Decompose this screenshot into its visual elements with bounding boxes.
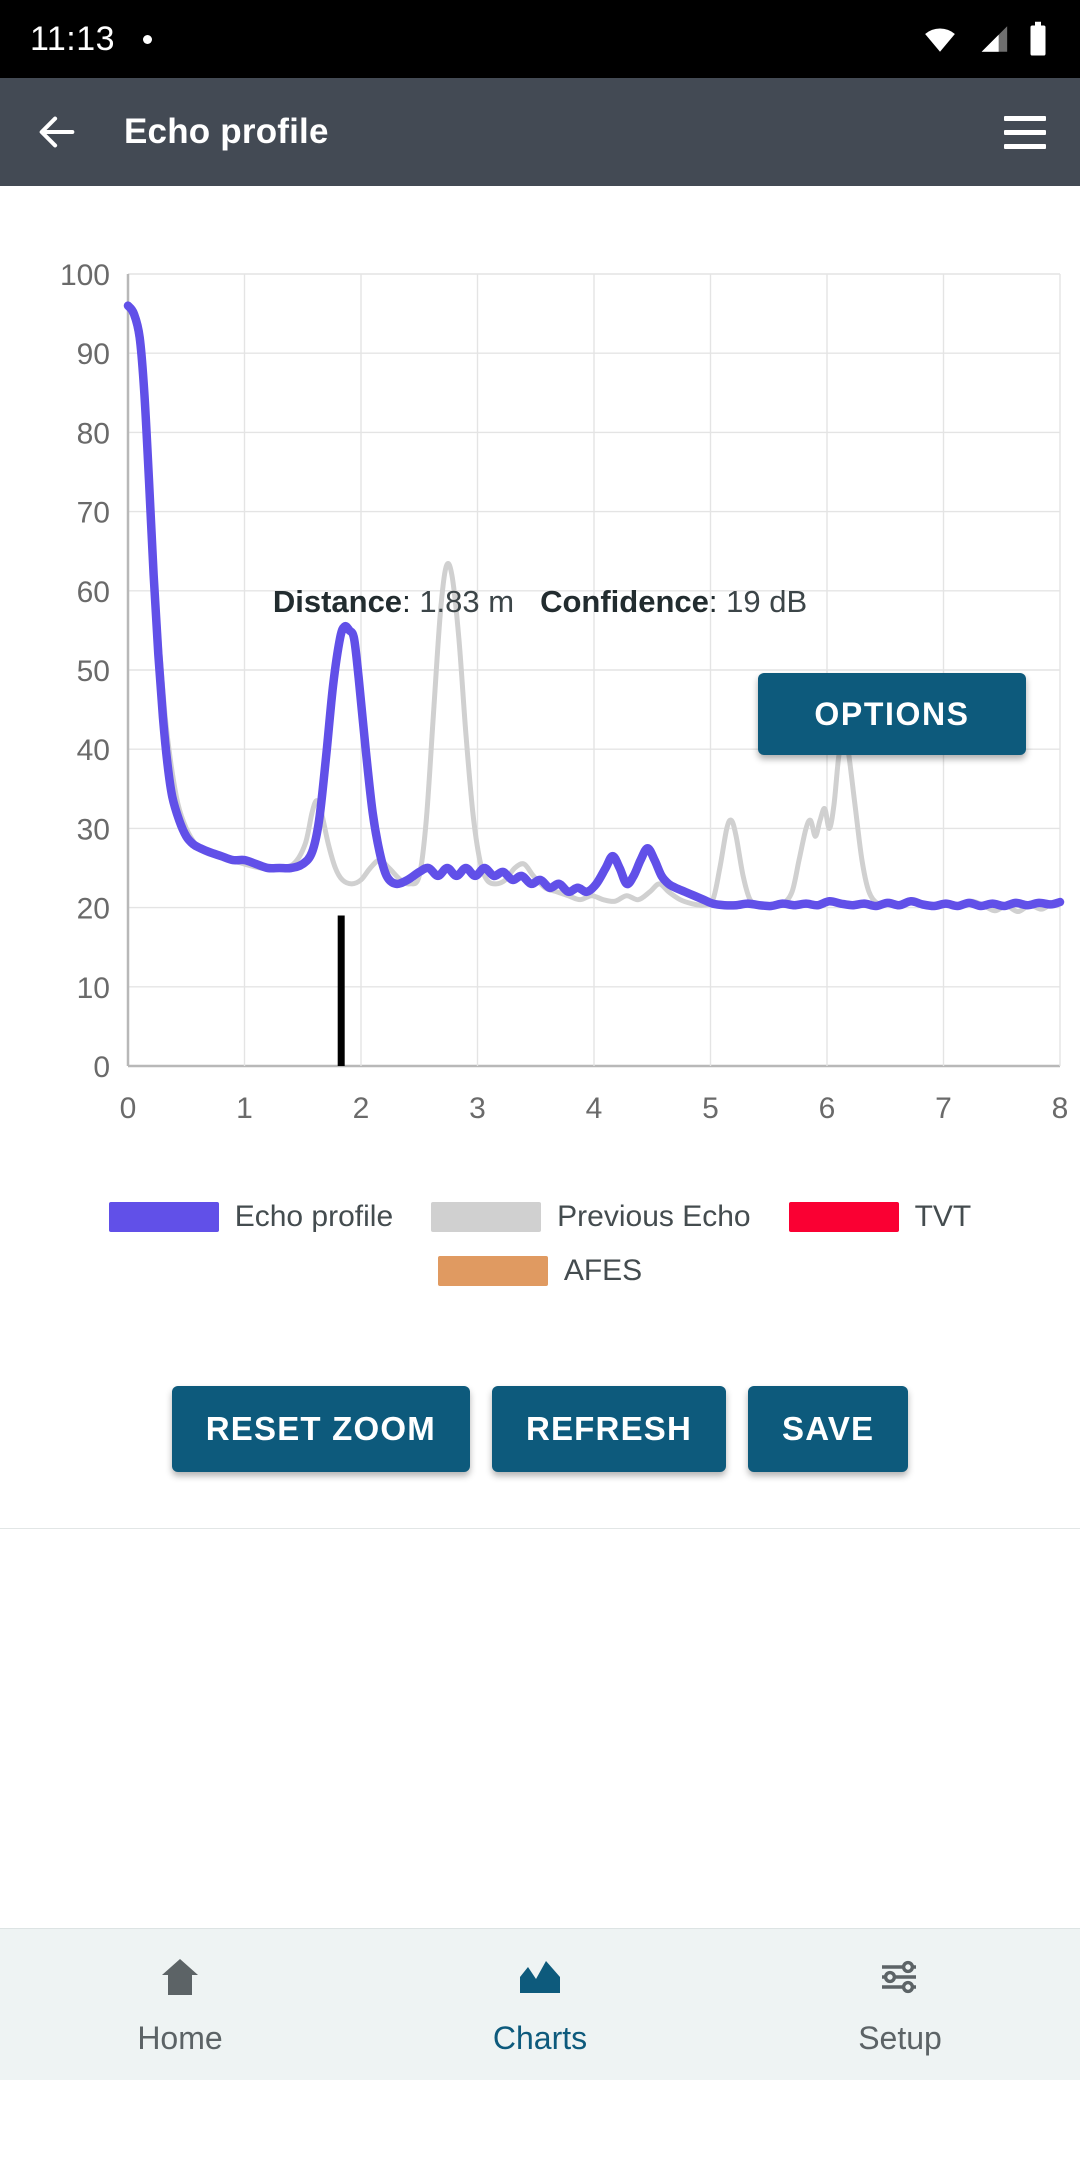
nav-label: Charts	[492, 2019, 588, 2056]
legend-row: AFES	[0, 1244, 1080, 1298]
status-bar-icons	[920, 21, 1050, 57]
confidence-value: 19 dB	[726, 584, 808, 619]
legend-label: Previous Echo	[557, 1200, 751, 1233]
chart-legend: Echo profile Previous Echo TVT AFES	[0, 1190, 1080, 1298]
battery-icon	[1030, 21, 1046, 56]
x-axis-tick-label: 8	[1052, 1092, 1069, 1125]
legend-item-previous-echo[interactable]: Previous Echo	[431, 1200, 788, 1234]
refresh-button[interactable]: REFRESH	[491, 1386, 727, 1472]
legend-swatch-icon	[431, 1202, 542, 1232]
legend-item-echo-profile[interactable]: Echo profile	[108, 1200, 431, 1234]
hamburger-menu-icon[interactable]	[1004, 115, 1046, 149]
legend-label: Echo profile	[234, 1200, 394, 1233]
y-axis-tick-label: 100	[60, 259, 110, 292]
x-axis-tick-label: 5	[702, 1092, 719, 1125]
content-divider	[0, 1528, 1080, 1529]
confidence-label: Confidence	[540, 584, 709, 619]
legend-swatch-icon	[788, 1202, 899, 1232]
legend-label: TVT	[914, 1200, 972, 1233]
chart-icon	[515, 1953, 565, 2006]
confidence-separator: :	[708, 584, 718, 619]
back-arrow-icon[interactable]	[34, 109, 80, 155]
chart-readout: Distance: 1.83 m Confidence: 19 dB	[0, 584, 1080, 620]
nav-label: Setup	[858, 2019, 942, 2056]
nav-item-charts[interactable]: Charts	[360, 1953, 720, 2057]
status-bar-time: 11:13	[30, 19, 116, 58]
distance-label: Distance	[272, 584, 403, 619]
x-axis-tick-label: 0	[120, 1092, 137, 1125]
main-content: 0 10 20 30 40 50 60 70 80 90 100 0 1 2 3 4 5 6 7 8 Distance…	[0, 186, 1080, 2080]
legend-swatch-icon	[108, 1202, 219, 1232]
bottom-navigation: Home Charts Setup	[0, 1928, 1080, 2080]
y-axis-tick-label: 30	[77, 813, 110, 846]
x-axis-tick-label: 6	[819, 1092, 836, 1125]
reset-zoom-button[interactable]: RESET ZOOM	[171, 1386, 470, 1472]
x-axis-tick-label: 1	[236, 1092, 253, 1125]
x-axis-tick-label: 7	[935, 1092, 952, 1125]
home-icon	[156, 1953, 204, 2006]
y-axis-tick-label: 0	[93, 1051, 110, 1084]
x-axis-tick-label: 2	[353, 1092, 370, 1125]
nav-label: Home	[137, 2019, 223, 2056]
distance-separator: :	[402, 584, 411, 619]
app-bar: Echo profile	[0, 78, 1080, 186]
dot-indicator-icon	[143, 34, 153, 44]
y-axis-tick-label: 50	[77, 655, 110, 688]
legend-swatch-icon	[437, 1256, 548, 1286]
legend-item-tvt[interactable]: TVT	[788, 1200, 972, 1234]
y-axis-tick-label: 70	[77, 497, 110, 530]
x-axis-tick-label: 3	[469, 1092, 486, 1125]
legend-item-afes[interactable]: AFES	[437, 1254, 643, 1288]
options-button[interactable]: OPTIONS	[758, 673, 1026, 755]
legend-label: AFES	[563, 1254, 643, 1287]
sliders-icon	[875, 1953, 925, 2006]
wifi-icon	[925, 28, 955, 52]
y-axis-tick-label: 40	[77, 734, 110, 767]
legend-row: Echo profile Previous Echo TVT	[0, 1190, 1080, 1244]
save-button[interactable]: SAVE	[748, 1386, 909, 1472]
x-axis-tick-label: 4	[586, 1092, 603, 1125]
echo-profile-chart[interactable]: 0 10 20 30 40 50 60 70 80 90 100 0 1 2 3 4 5 6 7 8 Distance…	[0, 186, 1080, 1186]
cellular-signal-icon	[981, 26, 1008, 52]
y-axis-tick-label: 90	[77, 338, 110, 371]
status-bar: 11:13	[0, 0, 1080, 78]
y-axis-tick-label: 10	[77, 972, 110, 1005]
page-title: Echo profile	[124, 112, 329, 151]
y-axis-tick-label: 20	[77, 893, 110, 926]
distance-value: 1.83 m	[419, 584, 515, 619]
y-axis-tick-label: 80	[77, 417, 110, 450]
nav-item-home[interactable]: Home	[0, 1953, 360, 2057]
nav-item-setup[interactable]: Setup	[720, 1953, 1080, 2057]
chart-action-buttons: RESET ZOOM REFRESH SAVE	[0, 1386, 1080, 1472]
